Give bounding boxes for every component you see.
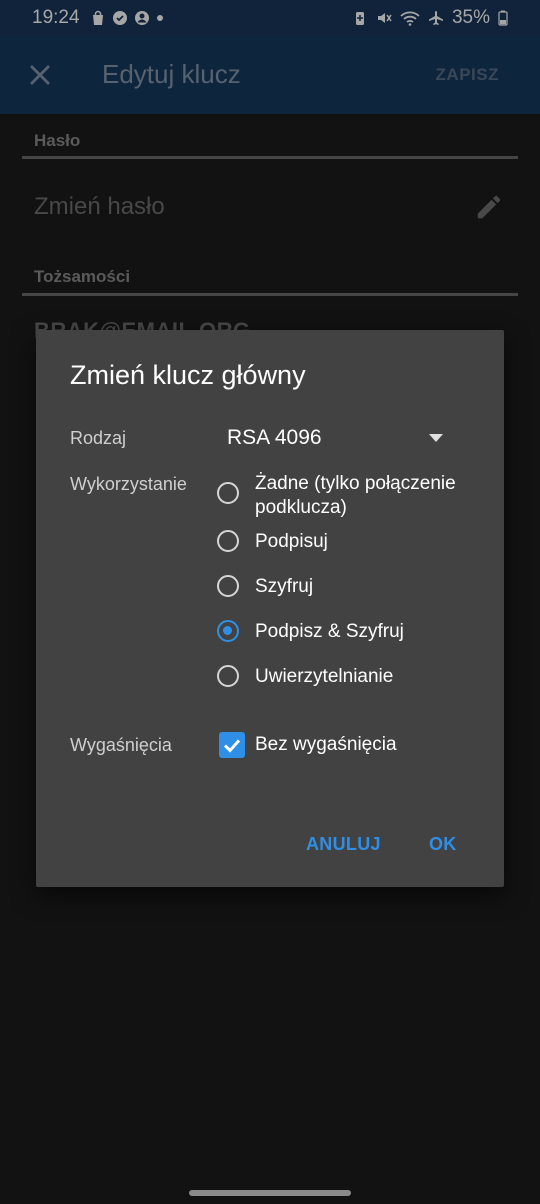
radio-usage-sign-encrypt-label[interactable]: Podpisz & Szyfruj (255, 620, 485, 644)
radio-usage-none[interactable] (217, 482, 239, 504)
home-gesture-handle[interactable] (189, 1190, 351, 1196)
change-master-key-dialog: Zmień klucz główny Rodzaj RSA 4096 Wykor… (36, 330, 504, 887)
radio-usage-none-label[interactable]: Żadne (tylko połączenie podklucza) (255, 472, 485, 520)
check-icon (223, 739, 241, 753)
radio-usage-authenticate-label[interactable]: Uwierzytelnianie (255, 665, 485, 689)
radio-usage-sign-label[interactable]: Podpisuj (255, 530, 485, 554)
usage-label: Wykorzystanie (70, 474, 187, 494)
radio-usage-sign-encrypt[interactable] (217, 620, 239, 642)
expiry-label: Wygaśnięcia (70, 735, 172, 755)
cancel-button[interactable]: ANULUJ (306, 834, 381, 855)
no-expiry-checkbox[interactable] (219, 732, 245, 758)
radio-usage-authenticate[interactable] (217, 665, 239, 687)
type-label: Rodzaj (70, 428, 127, 448)
ok-button[interactable]: OK (429, 834, 457, 855)
radio-usage-encrypt[interactable] (217, 575, 239, 597)
type-select[interactable]: RSA 4096 (227, 426, 322, 450)
dropdown-arrow-icon[interactable] (428, 433, 444, 443)
radio-usage-sign[interactable] (217, 530, 239, 552)
no-expiry-label[interactable]: Bez wygaśnięcia (255, 733, 485, 757)
navigation-bar (0, 1160, 540, 1204)
radio-usage-encrypt-label[interactable]: Szyfruj (255, 575, 485, 599)
dialog-title: Zmień klucz główny (70, 360, 306, 390)
